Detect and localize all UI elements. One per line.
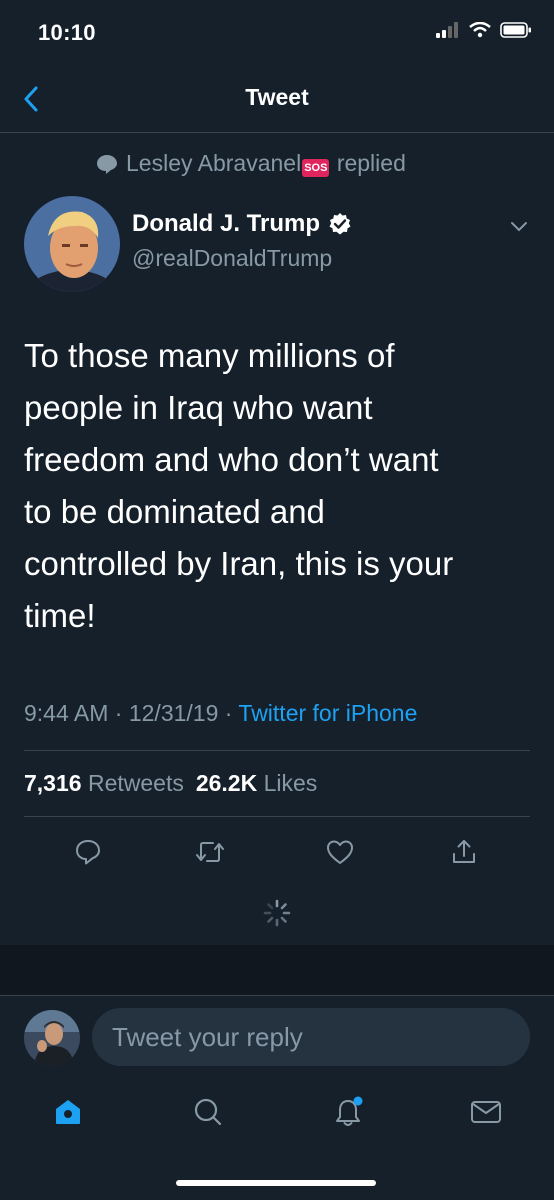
tweet-actions xyxy=(24,830,530,874)
reply-icon xyxy=(76,840,100,865)
tweet-date: 12/31/19 xyxy=(128,700,219,726)
share-button[interactable] xyxy=(442,830,486,874)
section-separator xyxy=(0,945,554,996)
battery-icon xyxy=(500,22,531,38)
status-time: 10:10 xyxy=(38,20,96,45)
tweet-line: to be dominated and xyxy=(24,493,325,530)
tweet-time: 9:44 AM xyxy=(24,700,109,726)
tweet-line: controlled by Iran, this is your xyxy=(24,545,454,582)
share-icon xyxy=(453,840,475,863)
retweets-stat[interactable]: 7,316 Retweets xyxy=(24,770,184,797)
retweets-count: 7,316 xyxy=(24,770,82,796)
comment-bubble-icon xyxy=(97,154,117,174)
tweet-line: To those many millions of xyxy=(24,337,395,374)
reply-context[interactable]: Lesley Abravanel SOS replied xyxy=(96,150,406,177)
author-avatar[interactable] xyxy=(24,196,120,292)
chevron-down-icon xyxy=(511,222,527,232)
page-title: Tweet xyxy=(245,84,309,110)
tweet-line: freedom and who don’t want xyxy=(24,441,439,478)
tweet-stats: 7,316 Retweets 26.2K Likes xyxy=(24,770,317,797)
tweet-line: time! xyxy=(24,597,96,634)
tab-home[interactable] xyxy=(46,1090,90,1134)
more-options-button[interactable] xyxy=(510,220,528,238)
wifi-icon xyxy=(469,22,491,38)
status-icons xyxy=(436,22,532,38)
tweet-text: To those many millions of people in Iraq… xyxy=(24,330,534,642)
divider xyxy=(24,750,530,751)
reply-button[interactable] xyxy=(66,830,110,874)
user-avatar-image xyxy=(24,1010,80,1066)
author-name-row[interactable]: Donald J. Trump xyxy=(132,210,352,238)
bell-icon xyxy=(336,1096,363,1126)
search-icon xyxy=(194,1098,222,1126)
retweet-button[interactable] xyxy=(188,830,232,874)
tweet-source-link[interactable]: Twitter for iPhone xyxy=(238,700,417,726)
mail-icon xyxy=(471,1101,501,1123)
divider xyxy=(24,816,530,817)
signal-icon xyxy=(436,22,458,38)
home-indicator[interactable] xyxy=(176,1180,376,1186)
author-name[interactable]: Donald J. Trump xyxy=(132,210,320,238)
retweets-label: Retweets xyxy=(87,770,184,796)
user-avatar[interactable] xyxy=(24,1010,80,1066)
sos-badge: SOS xyxy=(302,159,330,177)
context-action: replied xyxy=(336,150,406,176)
reply-input[interactable]: Tweet your reply xyxy=(92,1008,530,1066)
meta-separator: · xyxy=(114,700,123,726)
tweet-line: people in Iraq who want xyxy=(24,389,373,426)
tab-messages[interactable] xyxy=(464,1090,508,1134)
avatar-image xyxy=(24,196,120,292)
tweet-meta: 9:44 AM · 12/31/19 · Twitter for iPhone xyxy=(24,700,417,727)
heart-icon xyxy=(327,840,353,864)
retweet-icon xyxy=(196,842,224,862)
tab-notifications[interactable] xyxy=(326,1090,370,1134)
spinner-icon xyxy=(263,899,291,927)
verified-badge-icon xyxy=(329,213,351,235)
like-button[interactable] xyxy=(318,830,362,874)
likes-count: 26.2K xyxy=(195,770,258,796)
meta-separator: · xyxy=(224,700,233,726)
tab-search[interactable] xyxy=(186,1090,230,1134)
notification-dot xyxy=(353,1096,363,1106)
loading-spinner xyxy=(262,898,292,933)
likes-stat[interactable]: 26.2K Likes xyxy=(196,770,317,797)
home-icon xyxy=(56,1100,80,1124)
author-handle[interactable]: @realDonaldTrump xyxy=(132,245,332,272)
likes-label: Likes xyxy=(263,770,318,796)
context-name[interactable]: Lesley Abravanel xyxy=(126,150,301,176)
